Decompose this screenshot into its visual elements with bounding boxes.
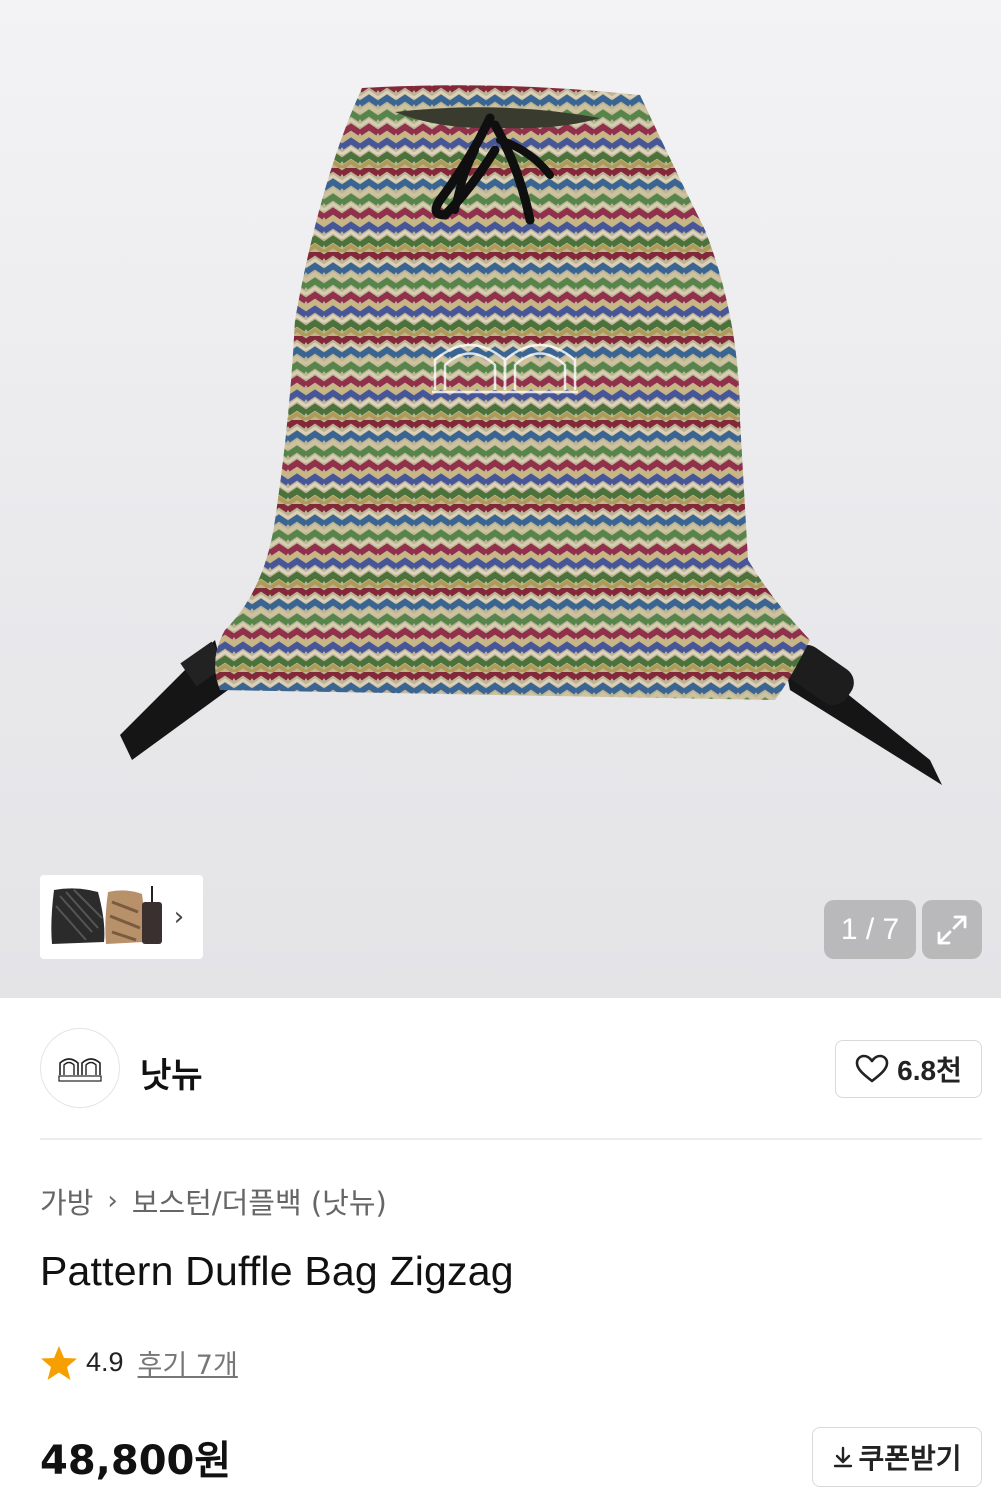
download-icon [834,1446,853,1468]
expand-icon[interactable] [922,900,982,959]
reviews-link[interactable]: 후기 7개 [138,1343,238,1382]
product-title: Pattern Duffle Bag Zigzag [40,1248,514,1294]
divider [40,1138,982,1140]
breadcrumb-item-subcategory[interactable]: 보스턴/더플백 (낫뉴) [132,1180,387,1222]
chevron-right-icon[interactable]: › [164,882,194,952]
thumbnail-strip[interactable]: › [40,875,203,959]
coupon-button[interactable]: 쿠폰받기 [812,1427,982,1487]
chevron-right-icon: › [107,1186,118,1216]
product-photo [120,85,942,785]
like-count: 6.8천 [897,1055,962,1086]
like-button[interactable]: 6.8천 [835,1040,982,1098]
image-counter: 1 / 7 [824,900,916,959]
rating-row: 4.9 후기 7개 [40,1343,238,1382]
breadcrumb: 가방 › 보스턴/더플백 (낫뉴) [40,1180,387,1222]
heart-icon [855,1054,889,1083]
coupon-label: 쿠폰받기 [858,1442,962,1475]
rating-value: 4.9 [86,1347,124,1377]
store-name[interactable]: 낫뉴 [140,1048,203,1097]
star-icon [41,1345,77,1380]
breadcrumb-item-category[interactable]: 가방 [40,1180,93,1222]
product-price: 48,800원 [40,1438,232,1484]
product-image-gallery[interactable]: › 1 / 7 [0,0,1001,998]
thumbnail-images[interactable] [46,882,164,952]
store-row: 낫뉴 6.8천 [40,1028,982,1108]
store-logo[interactable] [40,1028,120,1108]
